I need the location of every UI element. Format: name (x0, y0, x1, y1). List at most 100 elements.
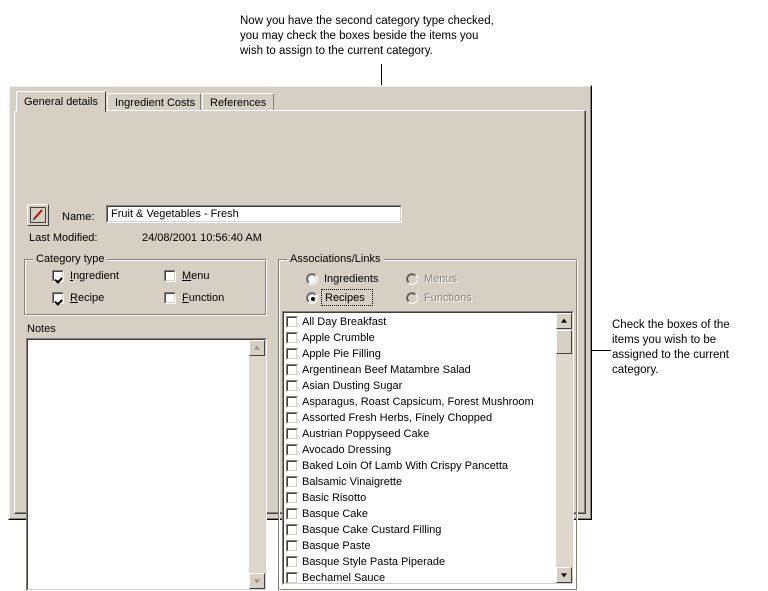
list-scroll-down-button[interactable] (556, 567, 572, 583)
pencil-icon (30, 207, 46, 223)
list-item-label: Balsamic Vinaigrette (302, 476, 403, 488)
radio-menus (406, 273, 418, 285)
scroll-up-icon (254, 345, 260, 350)
list-item-checkbox[interactable] (286, 476, 298, 488)
associations-list: All Day Breakfast Apple Crumble Apple Pie … (284, 314, 555, 584)
notes-scroll-up-button[interactable] (249, 340, 265, 356)
checkbox-menu-label-rest: enu (191, 270, 210, 282)
tab-references-label: References (210, 97, 267, 109)
list-item-checkbox[interactable] (286, 412, 298, 424)
list-item[interactable]: Basque Cake Custard Filling (284, 522, 555, 538)
annotation-right-text: Check the boxes of the items you wish to… (612, 319, 730, 376)
list-item-checkbox[interactable] (286, 444, 298, 456)
list-item-label: Basic Risotto (302, 492, 367, 504)
list-item[interactable]: Apple Crumble (284, 330, 555, 346)
list-item-label: Austrian Poppyseed Cake (302, 428, 430, 440)
property-dialog: General details Ingredient Costs Referen… (8, 85, 592, 591)
list-item[interactable]: Baked Loin Of Lamb With Crispy Pancetta (284, 458, 555, 474)
list-item-checkbox[interactable] (286, 348, 298, 360)
list-item[interactable]: Bechamel Sauce (284, 570, 555, 584)
tab-general-details-label: General details (24, 96, 98, 108)
list-scroll-thumb[interactable] (556, 330, 572, 354)
checkbox-recipe[interactable] (52, 292, 64, 304)
radio-ingredients-label: Ingredients (324, 273, 379, 285)
list-item-label: All Day Breakfast (302, 316, 387, 328)
list-item[interactable]: Balsamic Vinaigrette (284, 474, 555, 490)
notes-textarea[interactable] (26, 338, 267, 591)
list-item[interactable]: Basic Risotto (284, 490, 555, 506)
list-item-checkbox[interactable] (286, 556, 298, 568)
list-item-checkbox[interactable] (286, 572, 298, 583)
category-type-group: Category type (24, 253, 267, 316)
name-input-value: Fruit & Vegetables - Fresh (111, 208, 239, 220)
scroll-down-icon (254, 579, 260, 584)
list-item-label: Argentinean Beef Matambre Salad (302, 364, 471, 376)
list-item[interactable]: Basque Cake (284, 506, 555, 522)
checkbox-ingredient-label: Ingredient (70, 270, 119, 282)
checkbox-function-label-rest: unction (188, 292, 225, 304)
list-item-checkbox[interactable] (286, 492, 298, 504)
notes-scrollbar[interactable] (249, 340, 265, 589)
list-item[interactable]: Assorted Fresh Herbs, Finely Chopped (284, 410, 555, 426)
radio-ingredients[interactable] (306, 273, 318, 285)
list-item[interactable]: Argentinean Beef Matambre Salad (284, 362, 555, 378)
tab-references[interactable]: References (202, 93, 274, 111)
list-item-checkbox[interactable] (286, 460, 298, 472)
list-item-label: Baked Loin Of Lamb With Crispy Pancetta (302, 460, 509, 472)
checkbox-ingredient[interactable] (52, 270, 64, 282)
checkbox-menu-label: Menu (182, 270, 210, 282)
list-item[interactable]: Basque Paste (284, 538, 555, 554)
list-item[interactable]: Avocado Dressing (284, 442, 555, 458)
list-scroll-up-button[interactable] (556, 313, 572, 329)
list-item-checkbox[interactable] (286, 332, 298, 344)
checkbox-menu[interactable] (164, 270, 176, 282)
list-item-label: Apple Crumble (302, 332, 375, 344)
radio-recipes-label: Recipes (325, 292, 365, 304)
checkbox-recipe-label: Recipe (70, 292, 105, 304)
list-item-checkbox[interactable] (286, 540, 298, 552)
list-item-label: Apple Pie Filling (302, 348, 381, 360)
list-item-checkbox[interactable] (286, 396, 298, 408)
list-item-label: Bechamel Sauce (302, 572, 386, 584)
list-item-label: Assorted Fresh Herbs, Finely Chopped (302, 412, 493, 424)
name-label: Name: (62, 211, 95, 223)
scroll-up-icon (561, 318, 567, 323)
list-item[interactable]: All Day Breakfast (284, 314, 555, 330)
radio-functions (406, 292, 418, 304)
list-item-label: Basque Style Pasta Piperade (302, 556, 446, 568)
notes-label: Notes (27, 323, 56, 335)
tab-ingredient-costs[interactable]: Ingredient Costs (107, 93, 201, 111)
list-item-checkbox[interactable] (286, 316, 298, 328)
list-item[interactable]: Asian Dusting Sugar (284, 378, 555, 394)
scroll-down-icon (561, 573, 567, 578)
radio-menus-label: Menus (424, 273, 458, 285)
list-item-checkbox[interactable] (286, 364, 298, 376)
category-type-title: Category type (33, 253, 108, 265)
list-item[interactable]: Basque Style Pasta Piperade (284, 554, 555, 570)
last-modified-label: Last Modified: (29, 232, 98, 244)
list-item-label: Basque Paste (302, 540, 371, 552)
checkbox-function-label: Function (182, 292, 225, 304)
list-item-label: Basque Cake Custard Filling (302, 524, 442, 536)
last-modified-value: 24/08/2001 10:56:40 AM (142, 232, 262, 244)
list-item-checkbox[interactable] (286, 508, 298, 520)
associations-title: Associations/Links (287, 253, 384, 265)
edit-record-button[interactable] (27, 204, 49, 226)
list-item[interactable]: Austrian Poppyseed Cake (284, 426, 555, 442)
notes-scroll-down-button[interactable] (249, 573, 265, 589)
name-input[interactable]: Fruit & Vegetables - Fresh (106, 205, 402, 223)
list-item-label: Asparagus, Roast Capsicum, Forest Mushro… (302, 396, 534, 408)
radio-recipes[interactable] (306, 292, 318, 304)
associations-scrollbar[interactable] (556, 313, 572, 583)
checkbox-function[interactable] (164, 292, 176, 304)
checkbox-recipe-label-rest: ecipe (77, 292, 105, 304)
list-item[interactable]: Apple Pie Filling (284, 346, 555, 362)
tab-general-details[interactable]: General details (16, 91, 106, 112)
list-item-checkbox[interactable] (286, 524, 298, 536)
list-item-label: Avocado Dressing (302, 444, 392, 456)
associations-listbox[interactable]: All Day Breakfast Apple Crumble Apple Pie … (282, 311, 574, 585)
radio-functions-label: Functions (424, 292, 472, 304)
list-item-checkbox[interactable] (286, 380, 298, 392)
list-item[interactable]: Asparagus, Roast Capsicum, Forest Mushro… (284, 394, 555, 410)
list-item-checkbox[interactable] (286, 428, 298, 440)
